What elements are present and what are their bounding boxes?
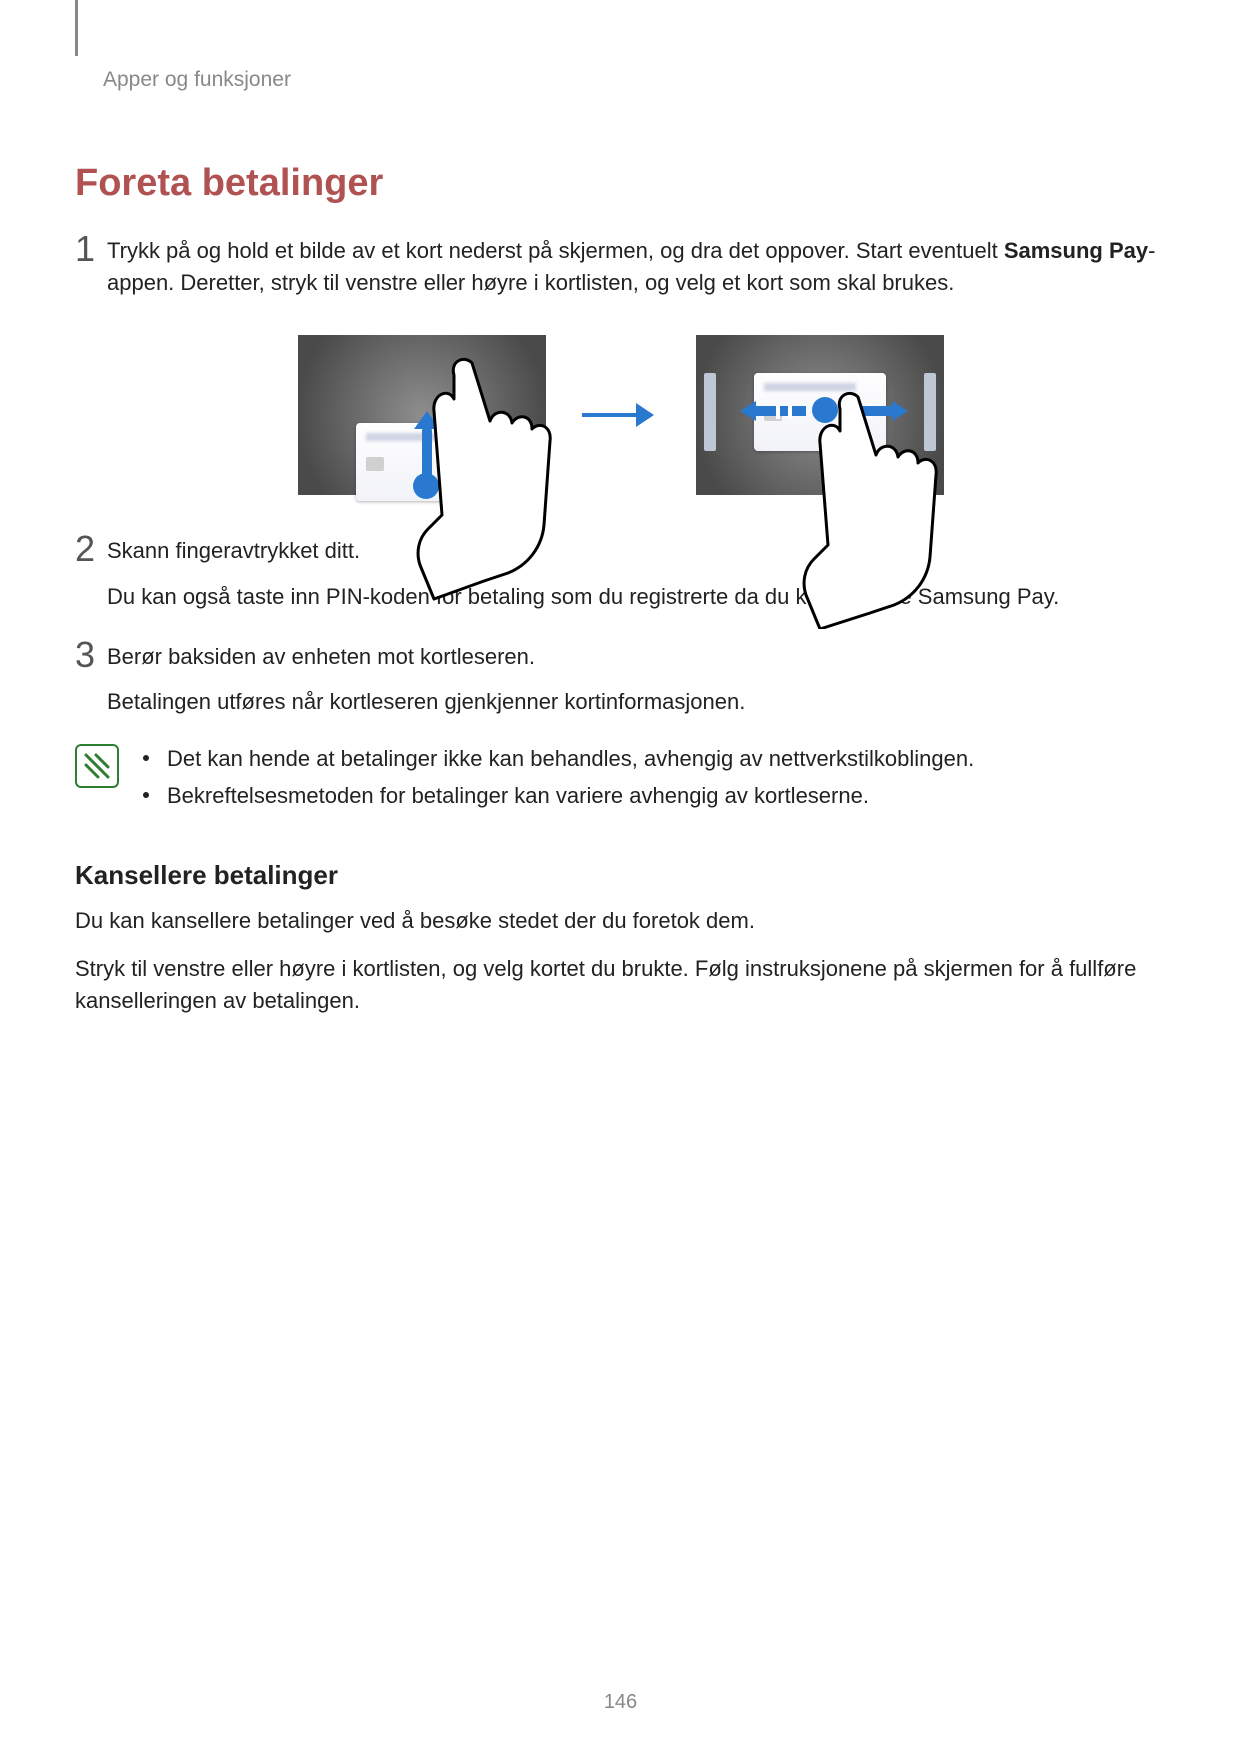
step3-sub: Betalingen utføres når kortleseren gjenk… [107, 686, 745, 718]
step-1: 1 Trykk på og hold et bilde av et kort n… [75, 235, 1166, 299]
note-icon [75, 744, 119, 788]
note-item: Det kan hende at betalinger ikke kan beh… [143, 742, 974, 775]
step2-text: Skann fingeravtrykket ditt. [107, 538, 360, 563]
cancel-heading: Kansellere betalinger [75, 860, 1166, 891]
figure-swipe-side [696, 335, 944, 495]
step1-pre: Trykk på og hold et bilde av et kort ned… [107, 238, 1004, 263]
cancel-p2: Stryk til venstre eller høyre i kortlist… [75, 953, 1166, 1017]
cancel-p1: Du kan kansellere betalinger ved å besøk… [75, 905, 1166, 937]
step-number: 1 [75, 231, 107, 267]
step-3: 3 Berør baksiden av enheten mot kortlese… [75, 641, 1166, 719]
touch-point-icon [413, 473, 439, 499]
figure-row [75, 335, 1166, 495]
note-block: Det kan hende at betalinger ikke kan beh… [75, 742, 1166, 816]
step-text: Trykk på og hold et bilde av et kort ned… [107, 235, 1166, 299]
arrow-right-icon [582, 399, 660, 431]
step-text: Berør baksiden av enheten mot kortlesere… [107, 641, 745, 719]
section-title: Foreta betalinger [75, 162, 1166, 205]
running-head: Apper og funksjoner [103, 68, 1166, 92]
step1-bold: Samsung Pay [1004, 238, 1148, 263]
page-number: 146 [0, 1691, 1241, 1714]
step2-sub: Du kan også taste inn PIN-koden for beta… [107, 581, 1059, 613]
step-2: 2 Skann fingeravtrykket ditt. Du kan ogs… [75, 535, 1166, 613]
step-number: 2 [75, 531, 107, 567]
note-list: Det kan hende at betalinger ikke kan beh… [143, 742, 974, 816]
step-number: 3 [75, 637, 107, 673]
side-rule [75, 0, 78, 56]
figure-drag-up [298, 335, 546, 495]
touch-point-icon [812, 397, 838, 423]
note-item: Bekreftelsesmetoden for betalinger kan v… [143, 779, 974, 812]
step-text: Skann fingeravtrykket ditt. Du kan også … [107, 535, 1059, 613]
step3-text: Berør baksiden av enheten mot kortlesere… [107, 644, 535, 669]
